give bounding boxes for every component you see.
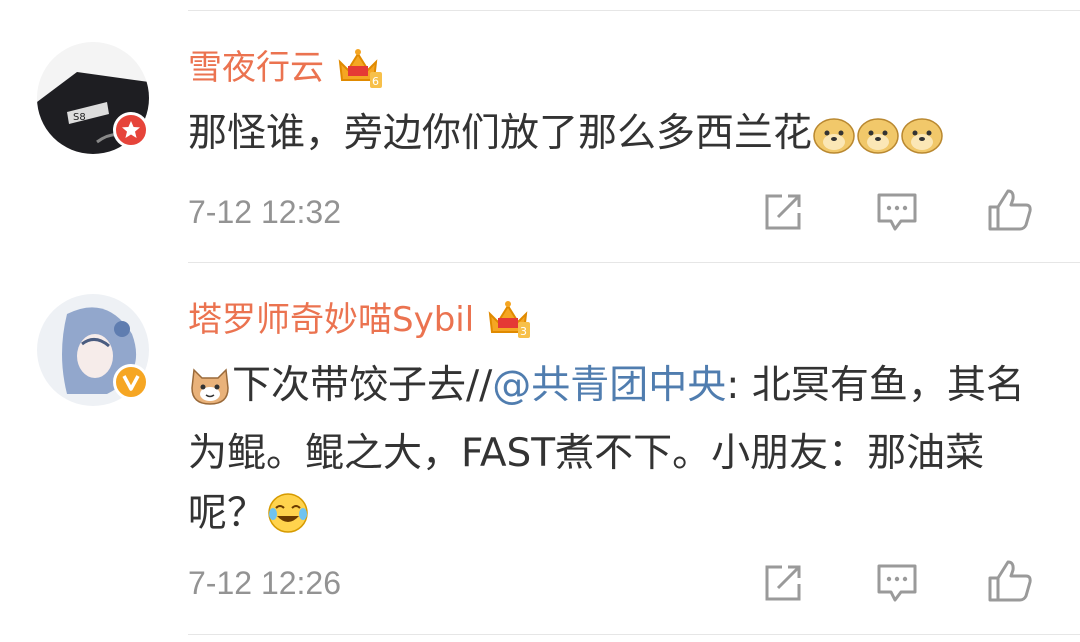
timestamp: 7-12 12:32 xyxy=(188,194,342,230)
comment-icon xyxy=(877,193,917,231)
avatar[interactable]: S8 xyxy=(37,42,149,154)
crown-vip-icon: 3 xyxy=(488,301,531,338)
username-link[interactable]: 塔罗师奇妙喵Sybil 3 xyxy=(188,298,532,342)
svg-text:3: 3 xyxy=(520,325,527,338)
verified-badge-yellow xyxy=(113,364,149,400)
like-button[interactable] xyxy=(986,186,1034,234)
divider xyxy=(188,634,1080,635)
share-icon xyxy=(765,565,801,601)
avatar[interactable] xyxy=(37,294,149,406)
svg-text:6: 6 xyxy=(372,75,379,88)
star-icon xyxy=(122,121,140,138)
comment-icon xyxy=(877,564,917,602)
username-link[interactable]: 雪夜行云 6 xyxy=(188,46,382,90)
v-icon xyxy=(122,375,140,391)
like-icon xyxy=(988,560,1032,602)
cat-emoji-icon xyxy=(188,364,232,424)
doge-emoji-icon xyxy=(900,112,944,172)
share-icon xyxy=(765,194,801,230)
comment-button[interactable] xyxy=(873,188,921,236)
timestamp: 7-12 12:26 xyxy=(188,565,342,601)
like-icon xyxy=(988,189,1032,231)
svg-text:S8: S8 xyxy=(73,112,86,123)
crown-vip-icon: 6 xyxy=(338,49,382,88)
comment-button[interactable] xyxy=(873,559,921,607)
comment-text: 那怪谁，旁边你们放了那么多西兰花 xyxy=(188,104,1048,172)
share-button[interactable] xyxy=(759,188,807,236)
doge-emoji-icon xyxy=(856,112,900,172)
doge-emoji-icon xyxy=(812,112,856,172)
share-button[interactable] xyxy=(759,559,807,607)
username-text: 塔罗师奇妙喵Sybil xyxy=(188,300,475,340)
mention-link[interactable]: @共青团中央 xyxy=(492,363,726,408)
divider-top xyxy=(188,10,1080,11)
comment-text: 下次带饺子去//@共青团中央: 北冥有鱼，其名为鲲。鲲之大，FAST煮不下。小朋… xyxy=(188,356,1048,552)
laugh-cry-emoji-icon xyxy=(266,492,310,552)
divider xyxy=(188,262,1080,263)
verified-badge-red xyxy=(113,112,149,148)
username-text: 雪夜行云 xyxy=(188,48,324,88)
like-button[interactable] xyxy=(986,557,1034,605)
